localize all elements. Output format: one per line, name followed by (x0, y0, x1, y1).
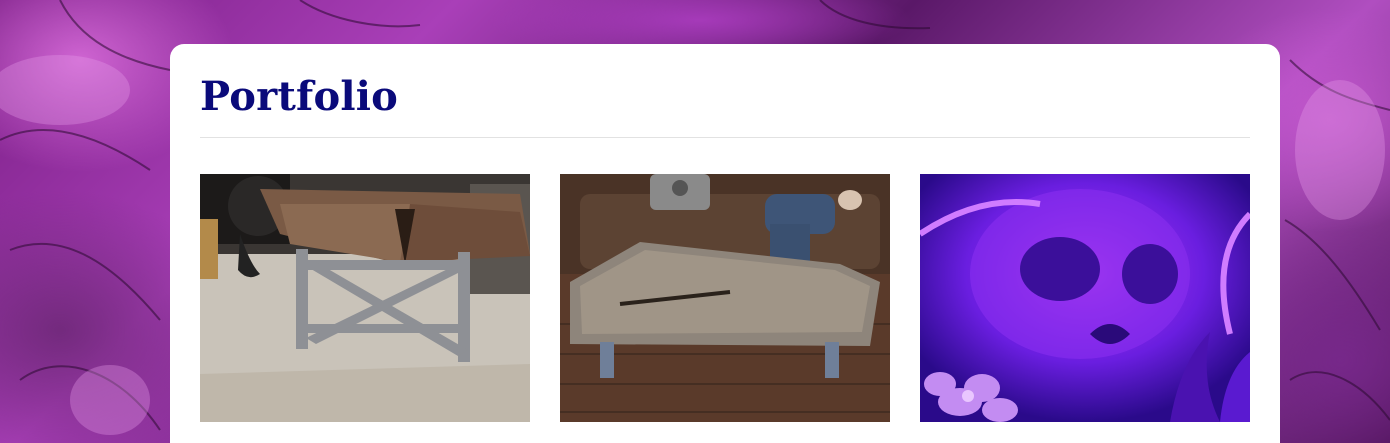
gallery-item-skull-mural[interactable] (920, 174, 1250, 422)
skull-mural-photo (920, 174, 1250, 422)
live-edge-table-photo (200, 174, 530, 422)
portfolio-card: Portfolio (170, 44, 1280, 443)
title-divider (200, 137, 1250, 138)
coffee-table-photo (560, 174, 890, 422)
portfolio-gallery (200, 174, 1250, 422)
gallery-item-live-edge-table[interactable] (200, 174, 530, 422)
gallery-item-coffee-table[interactable] (560, 174, 890, 422)
page-title: Portfolio (200, 73, 398, 120)
